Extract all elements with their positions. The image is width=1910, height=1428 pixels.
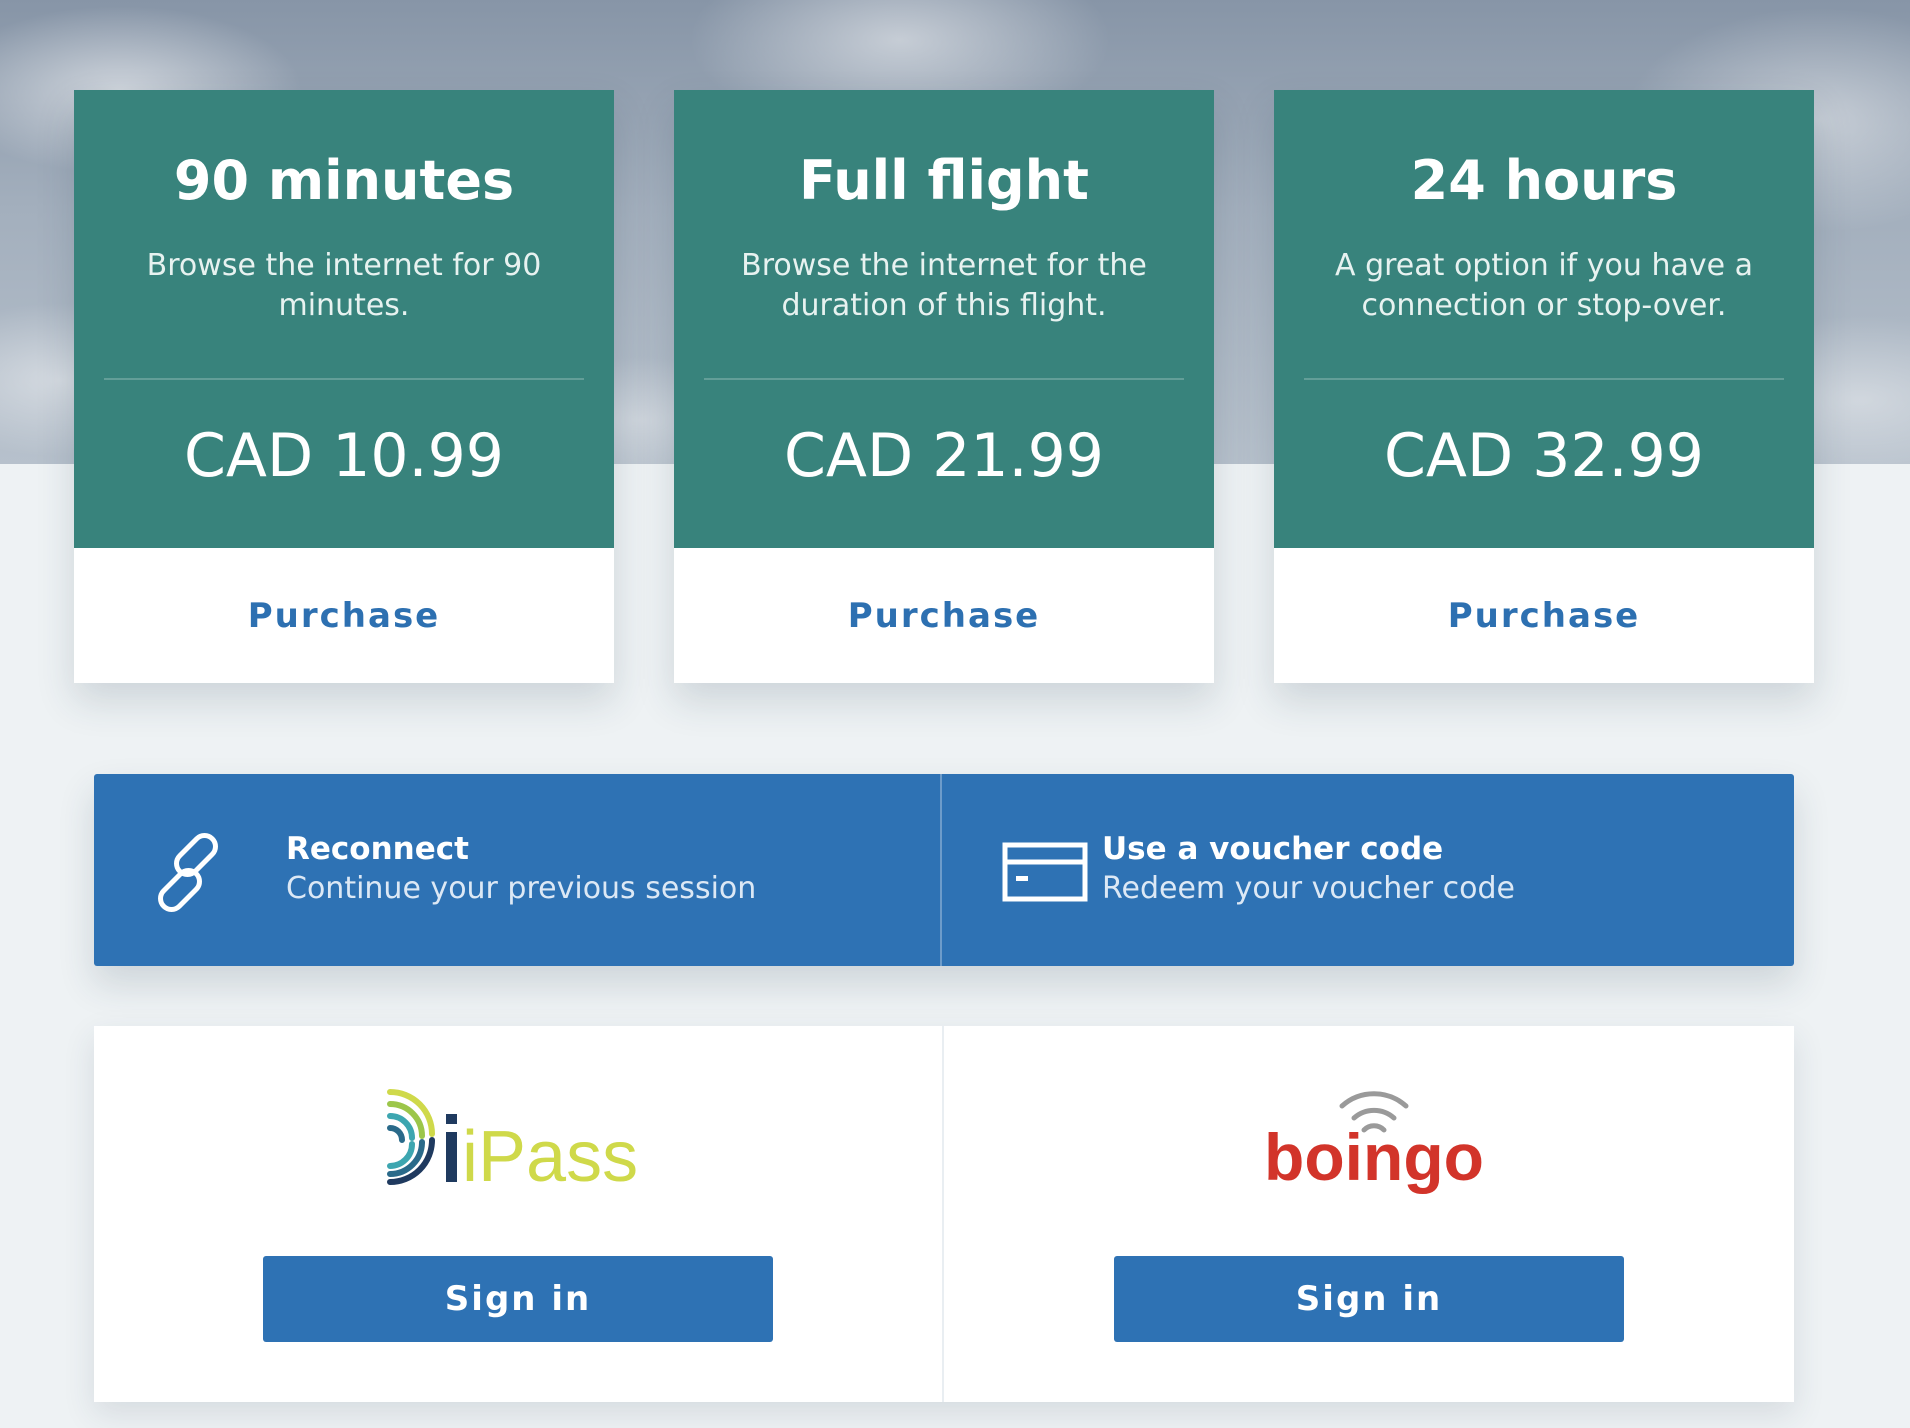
link-icon — [158, 833, 218, 912]
partner-signin-panels: iPass Sign in boingo Sign in — [94, 1026, 1794, 1402]
plan-card-footer: Purchase — [74, 548, 614, 683]
plan-description: Browse the internet for the duration of … — [741, 248, 1147, 323]
plan-card-header: Full flight Browse the internet for the … — [674, 90, 1214, 548]
plan-card-footer: Purchase — [1274, 548, 1814, 683]
voucher-title: Use a voucher code — [1102, 831, 1444, 867]
plan-card-header: 90 minutes Browse the internet for 90 mi… — [74, 90, 614, 548]
ipass-panel: iPass Sign in — [94, 1026, 942, 1402]
reconnect-button[interactable]: Reconnect Continue your previous session — [94, 774, 940, 966]
purchase-button[interactable]: Purchase — [248, 596, 441, 636]
divider — [704, 378, 1184, 380]
purchase-button[interactable]: Purchase — [848, 596, 1041, 636]
plan-card-footer: Purchase — [674, 548, 1214, 683]
plan-price: CAD 21.99 — [784, 421, 1104, 491]
plan-title: Full flight — [799, 149, 1089, 212]
reconnect-title: Reconnect — [286, 831, 469, 867]
plan-card-24-hours: 24 hours A great option if you have a co… — [1274, 90, 1814, 683]
plan-card-90-minutes: 90 minutes Browse the internet for 90 mi… — [74, 90, 614, 683]
plan-description: A great option if you have a connection … — [1335, 248, 1753, 323]
boingo-sign-in-button[interactable]: Sign in — [1114, 1256, 1624, 1342]
purchase-button[interactable]: Purchase — [1448, 596, 1641, 636]
plan-price: CAD 32.99 — [1384, 421, 1704, 491]
reconnect-subtitle: Continue your previous session — [286, 871, 757, 906]
svg-text:iPass: iPass — [462, 1117, 638, 1197]
divider — [104, 378, 584, 380]
card-icon — [1002, 842, 1088, 902]
plan-card-header: 24 hours A great option if you have a co… — [1274, 90, 1814, 548]
boingo-panel: boingo Sign in — [944, 1026, 1794, 1402]
voucher-code-button[interactable]: Use a voucher code Redeem your voucher c… — [942, 774, 1794, 966]
plan-title: 90 minutes — [173, 149, 515, 212]
ipass-logo: iPass — [387, 1089, 638, 1197]
voucher-subtitle: Redeem your voucher code — [1102, 871, 1515, 906]
plan-price: CAD 10.99 — [184, 421, 504, 491]
plan-description: Browse the internet for 90 minutes. — [146, 248, 542, 323]
divider — [1304, 378, 1784, 380]
ipass-sign-in-button[interactable]: Sign in — [263, 1256, 773, 1342]
plan-card-full-flight: Full flight Browse the internet for the … — [674, 90, 1214, 683]
session-actions-bar: Reconnect Continue your previous session… — [94, 774, 1794, 966]
boingo-logo: boingo — [1264, 1091, 1484, 1194]
plan-title: 24 hours — [1410, 149, 1678, 212]
svg-text:boingo: boingo — [1264, 1120, 1484, 1194]
